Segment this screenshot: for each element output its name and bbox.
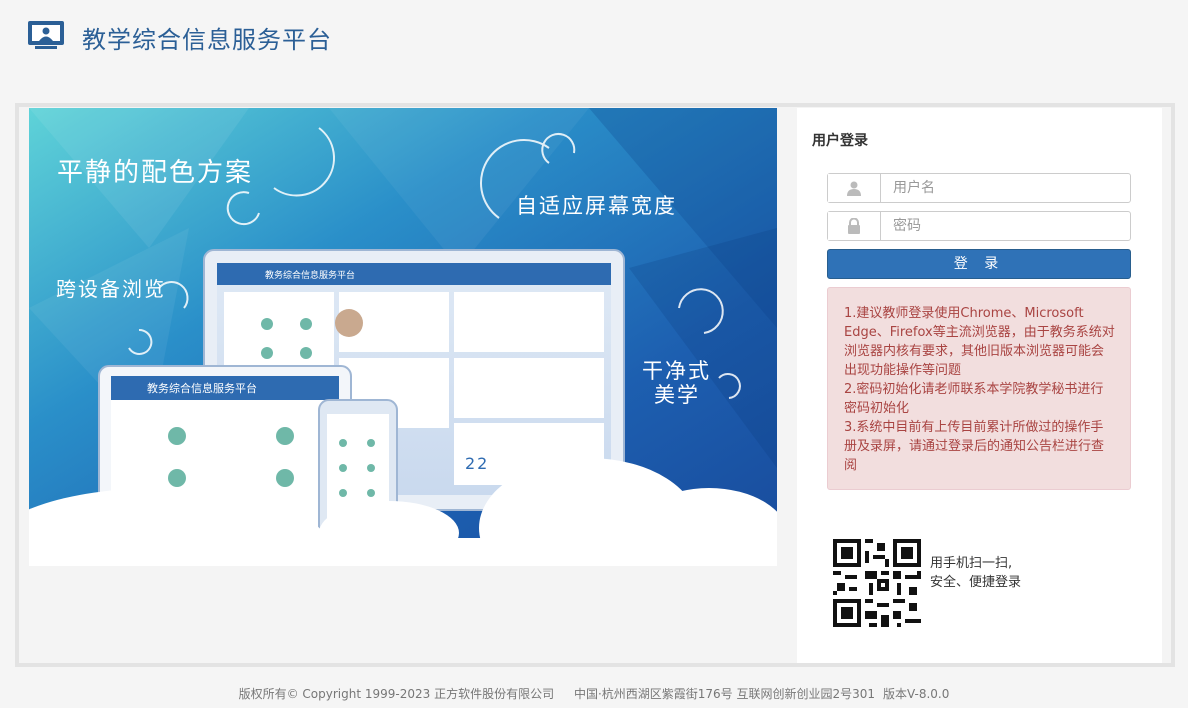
- app-title: 教学综合信息服务平台: [82, 26, 332, 54]
- qr-code-icon: [833, 539, 921, 627]
- login-title: 用户登录: [812, 132, 868, 148]
- username-input[interactable]: [881, 174, 1130, 202]
- mock-tablet-title: 教务综合信息服务平台: [147, 382, 257, 395]
- slogan-cross-device: 跨设备浏览: [56, 277, 166, 301]
- notice-item: 3.系统中目前有上传目前累计所做过的操作手册及录屏，请通过登录后的通知公告栏进行…: [844, 420, 1105, 473]
- qr-caption-line: 用手机扫一扫,: [930, 556, 1013, 571]
- footer-copyright: 版权所有© Copyright 1999-2023 正方软件股份有限公司: [238, 687, 555, 701]
- login-button[interactable]: 登 录: [827, 249, 1131, 279]
- notice-item: 1.建议教师登录使用Chrome、Microsoft Edge、Firefox等…: [844, 306, 1115, 378]
- page-footer: 版权所有© Copyright 1999-2023 正方软件股份有限公司 中国·…: [0, 685, 1188, 702]
- slogan-calm-colors: 平静的配色方案: [57, 158, 254, 188]
- footer-address: 中国·杭州西湖区紫霞街176号 互联网创新创业园2号301: [573, 687, 876, 701]
- monitor-user-icon: [28, 21, 64, 49]
- slogan-aesthetics: 美学: [654, 383, 700, 407]
- qr-caption-line: 安全、便捷登录: [930, 575, 1022, 590]
- footer-version: 版本V-8.0.0: [883, 687, 950, 701]
- qr-caption: 用手机扫一扫, 安全、便捷登录: [930, 554, 1021, 592]
- mock-calendar-day: 22: [465, 454, 490, 473]
- user-icon: [828, 174, 881, 202]
- promo-banner: 平静的配色方案 自适应屏幕宽度 跨设备浏览 干净式 美学 教务综合信息服务平台 …: [29, 108, 777, 566]
- slogan-responsive: 自适应屏幕宽度: [516, 194, 677, 218]
- username-group: [827, 173, 1131, 203]
- lock-icon: [828, 212, 881, 240]
- login-notice: 1.建议教师登录使用Chrome、Microsoft Edge、Firefox等…: [827, 287, 1131, 490]
- page-header: 教学综合信息服务平台: [0, 0, 1188, 80]
- mock-app-title: 教务综合信息服务平台: [265, 271, 356, 281]
- password-input[interactable]: [881, 212, 1130, 240]
- notice-item: 2.密码初始化请老师联系本学院教学秘书进行密码初始化: [844, 382, 1104, 416]
- login-panel: 用户登录 登 录 1.建议教师登录使用Chrome、Microsoft Edge…: [797, 108, 1162, 663]
- password-group: [827, 211, 1131, 241]
